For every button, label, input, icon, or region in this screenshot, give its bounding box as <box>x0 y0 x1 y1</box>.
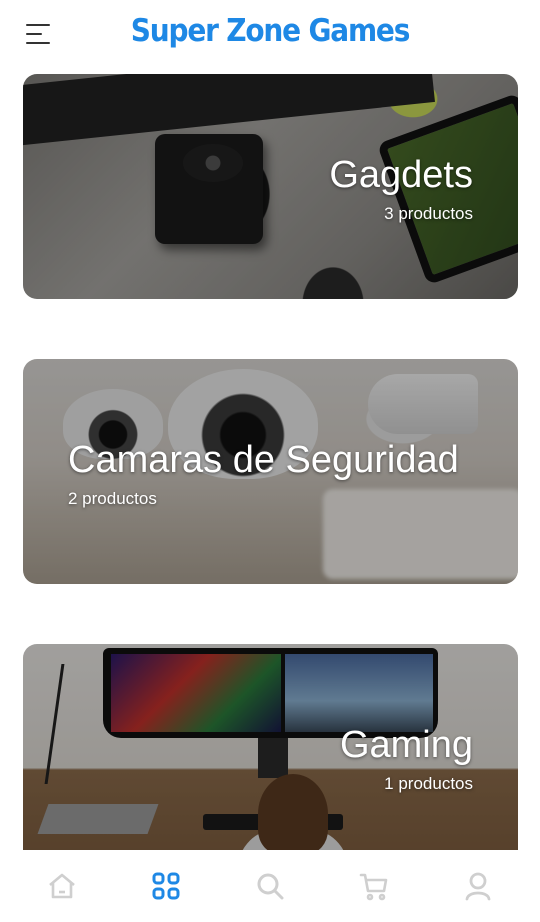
category-title: Gaming <box>339 724 473 766</box>
category-list: Gagdets 3 productos Camaras de Seguridad… <box>0 68 540 850</box>
app-title: Super Zone Games <box>130 12 411 49</box>
category-count: 1 productos <box>384 774 473 793</box>
category-count: 3 productos <box>384 204 473 223</box>
nav-search[interactable] <box>243 859 297 913</box>
category-card-cameras[interactable]: Camaras de Seguridad 2 productos <box>23 359 518 584</box>
category-title: Camaras de Seguridad <box>68 439 459 481</box>
nav-categories[interactable] <box>139 859 193 913</box>
category-card-gadgets[interactable]: Gagdets 3 productos <box>23 74 518 299</box>
bottom-navigation <box>0 850 540 922</box>
nav-home[interactable] <box>35 859 89 913</box>
nav-cart[interactable] <box>347 859 401 913</box>
category-card-gaming[interactable]: Gaming 1 productos <box>23 644 518 850</box>
grid-icon <box>152 872 180 900</box>
home-icon <box>49 873 75 899</box>
category-title: Gagdets <box>329 154 473 196</box>
user-icon <box>465 872 491 901</box>
cart-icon <box>359 873 388 901</box>
search-icon <box>257 873 284 900</box>
category-count: 2 productos <box>68 489 157 508</box>
nav-profile[interactable] <box>451 859 505 913</box>
app-header: Super Zone Games <box>0 0 540 68</box>
